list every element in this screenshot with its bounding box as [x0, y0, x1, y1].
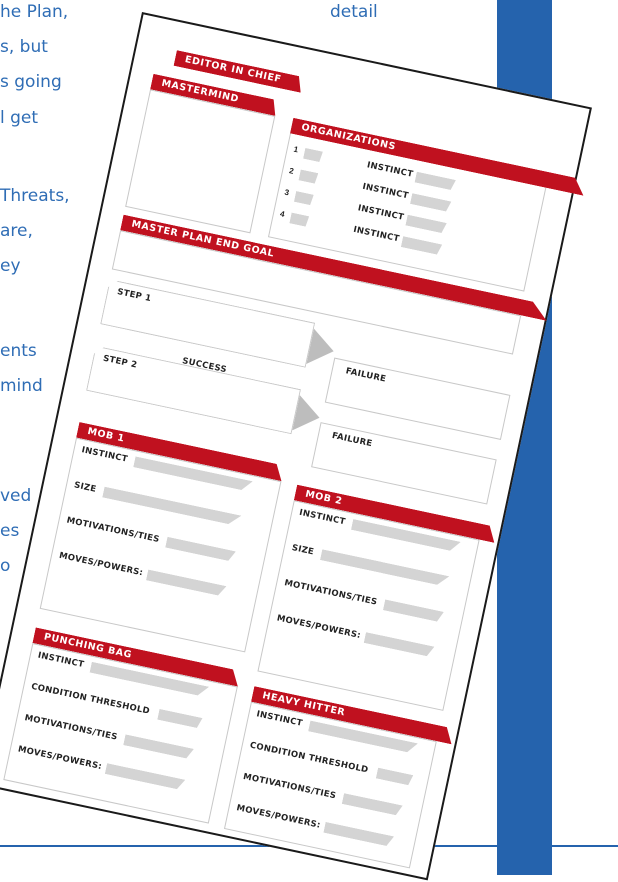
- bg-line-6: are,: [0, 221, 33, 241]
- bg-line-9: mind: [0, 376, 43, 396]
- bg-line-8: ents: [0, 341, 37, 361]
- bg-line-1: he Plan,: [0, 2, 69, 22]
- bg-line-12: o: [0, 556, 11, 576]
- bg-line-2: s, but: [0, 37, 48, 57]
- bg-line-10: ved: [0, 486, 32, 506]
- bg-line-4: l get: [0, 108, 39, 128]
- mastermind-box[interactable]: [125, 89, 276, 234]
- bg-line-7: ey: [0, 256, 21, 276]
- bg-line-3: s going: [0, 72, 62, 92]
- bg-line-11: es: [0, 521, 20, 541]
- bg-top-right-word: detail: [330, 2, 378, 22]
- bg-line-5: Threats,: [0, 186, 70, 206]
